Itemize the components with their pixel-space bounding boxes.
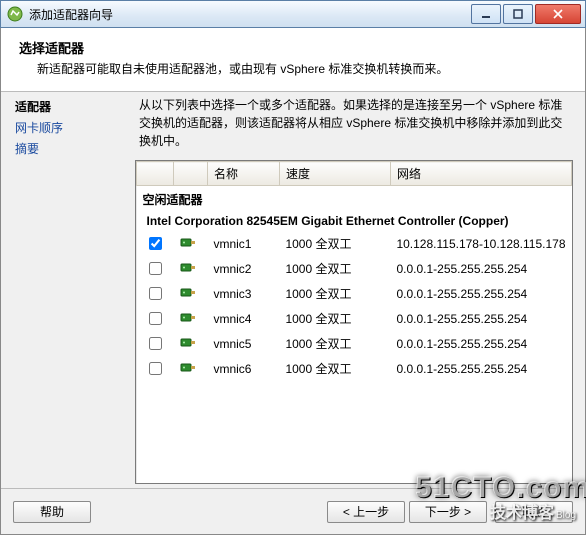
app-icon	[7, 6, 23, 22]
cell-speed: 1000 全双工	[279, 331, 390, 356]
row-checkbox[interactable]	[149, 262, 162, 275]
table-row[interactable]: vmnic31000 全双工0.0.0.1-255.255.255.254	[137, 281, 572, 306]
table-row[interactable]: vmnic11000 全双工10.128.115.178-10.128.115.…	[137, 231, 572, 256]
cell-name: vmnic4	[207, 306, 279, 331]
row-checkbox[interactable]	[149, 287, 162, 300]
maximize-button[interactable]	[503, 4, 533, 24]
header-subtitle: 新适配器可能取自未使用适配器池，或由现有 vSphere 标准交换机转换而来。	[19, 60, 567, 77]
cell-speed: 1000 全双工	[279, 356, 390, 381]
cell-name: vmnic3	[207, 281, 279, 306]
cell-network: 10.128.115.178-10.128.115.178	[390, 231, 571, 256]
help-button[interactable]: 帮助	[13, 501, 91, 523]
header-title: 选择适配器	[19, 38, 567, 57]
cell-name: vmnic2	[207, 256, 279, 281]
row-checkbox[interactable]	[149, 312, 162, 325]
wizard-footer: 帮助 < 上一步 下一步 > 取消	[1, 488, 585, 534]
col-network[interactable]: 网络	[390, 162, 571, 186]
back-button[interactable]: < 上一步	[327, 501, 405, 523]
nic-icon	[180, 236, 196, 248]
nic-icon	[180, 286, 196, 298]
wizard-step[interactable]: 网卡顺序	[15, 117, 125, 138]
table-row[interactable]: vmnic41000 全双工0.0.0.1-255.255.255.254	[137, 306, 572, 331]
col-name[interactable]: 名称	[207, 162, 279, 186]
table-row[interactable]: vmnic21000 全双工0.0.0.1-255.255.255.254	[137, 256, 572, 281]
col-checkbox[interactable]	[137, 162, 174, 186]
cell-name: vmnic6	[207, 356, 279, 381]
adapter-table[interactable]: 名称 速度 网络 空闲适配器Intel Corporation 82545EM …	[135, 160, 573, 484]
titlebar: 添加适配器向导	[0, 0, 586, 28]
wizard-step[interactable]: 摘要	[15, 138, 125, 159]
cell-speed: 1000 全双工	[279, 281, 390, 306]
col-speed[interactable]: 速度	[279, 162, 390, 186]
nic-icon	[180, 361, 196, 373]
subgroup-row: Intel Corporation 82545EM Gigabit Ethern…	[137, 211, 572, 231]
row-checkbox[interactable]	[149, 362, 162, 375]
cell-network: 0.0.0.1-255.255.255.254	[390, 356, 571, 381]
cell-network: 0.0.0.1-255.255.255.254	[390, 306, 571, 331]
nic-icon	[180, 336, 196, 348]
wizard-step[interactable]: 适配器	[15, 96, 125, 117]
close-button[interactable]	[535, 4, 581, 24]
nic-icon	[180, 311, 196, 323]
minimize-button[interactable]	[471, 4, 501, 24]
cell-name: vmnic5	[207, 331, 279, 356]
cell-name: vmnic1	[207, 231, 279, 256]
table-row[interactable]: vmnic61000 全双工0.0.0.1-255.255.255.254	[137, 356, 572, 381]
group-row: 空闲适配器	[137, 186, 572, 212]
cell-network: 0.0.0.1-255.255.255.254	[390, 256, 571, 281]
cell-speed: 1000 全双工	[279, 256, 390, 281]
row-checkbox[interactable]	[149, 237, 162, 250]
wizard-steps: 适配器 网卡顺序 摘要	[11, 96, 129, 484]
table-row[interactable]: vmnic51000 全双工0.0.0.1-255.255.255.254	[137, 331, 572, 356]
cell-speed: 1000 全双工	[279, 306, 390, 331]
instruction-text: 从以下列表中选择一个或多个适配器。如果选择的是连接至另一个 vSphere 标准…	[133, 96, 575, 160]
window-title: 添加适配器向导	[29, 6, 113, 23]
cell-speed: 1000 全双工	[279, 231, 390, 256]
wizard-dialog: 选择适配器 新适配器可能取自未使用适配器池，或由现有 vSphere 标准交换机…	[0, 28, 586, 535]
row-checkbox[interactable]	[149, 337, 162, 350]
nic-icon	[180, 261, 196, 273]
cancel-button[interactable]: 取消	[495, 501, 573, 523]
cell-network: 0.0.0.1-255.255.255.254	[390, 281, 571, 306]
cell-network: 0.0.0.1-255.255.255.254	[390, 331, 571, 356]
wizard-header: 选择适配器 新适配器可能取自未使用适配器池，或由现有 vSphere 标准交换机…	[1, 28, 585, 92]
next-button[interactable]: 下一步 >	[409, 501, 487, 523]
col-icon[interactable]	[174, 162, 207, 186]
